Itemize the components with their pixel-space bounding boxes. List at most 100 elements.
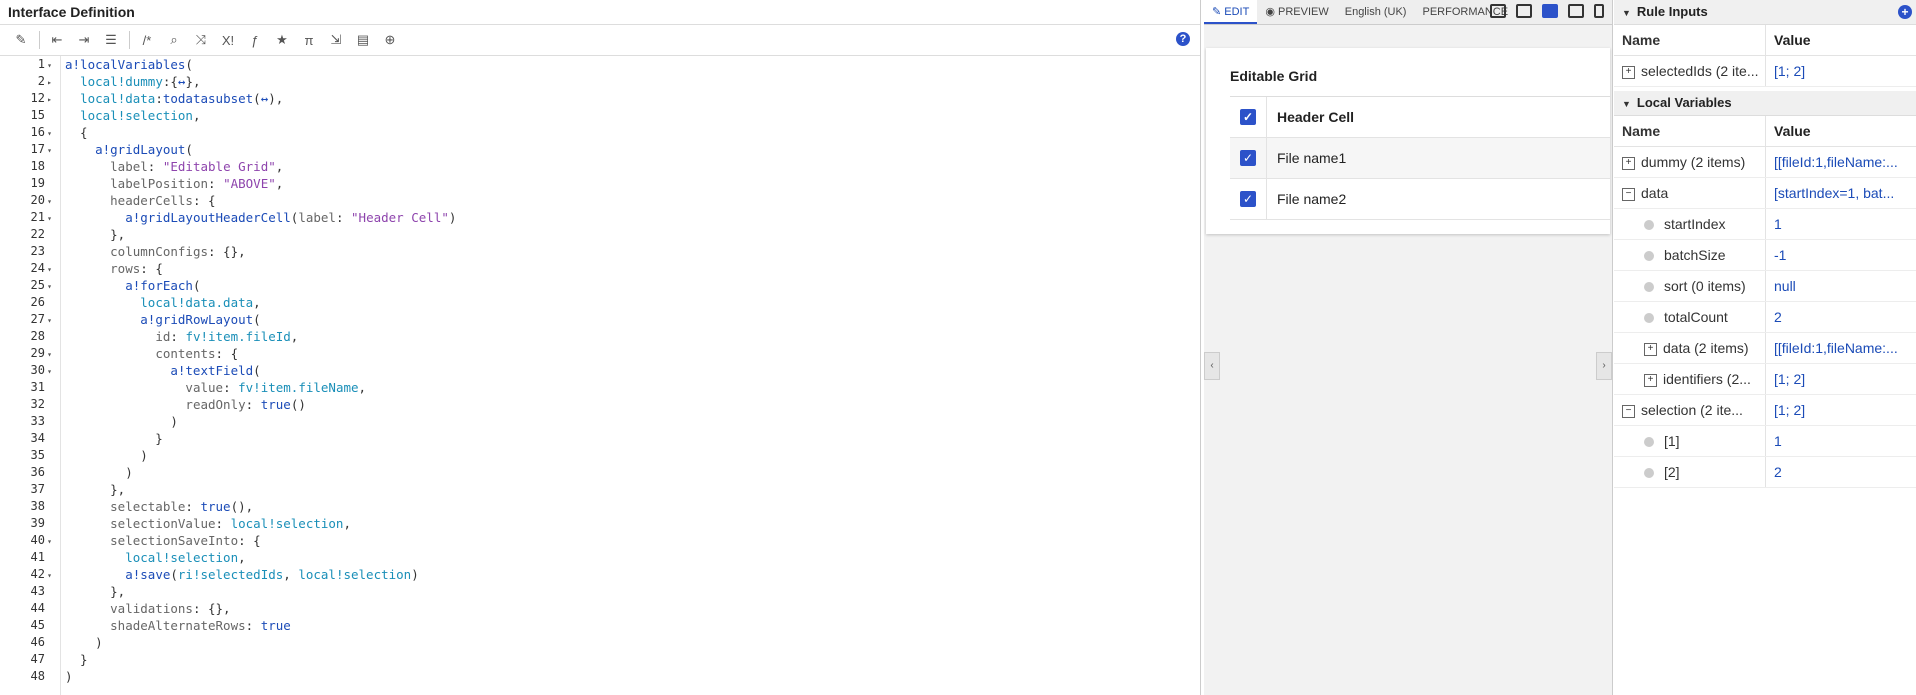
code-line[interactable]: a!save(ri!selectedIds, local!selection)	[65, 566, 1200, 583]
phone-icon[interactable]	[1594, 4, 1604, 18]
rule-input-value[interactable]: [1; 2]	[1766, 56, 1916, 86]
code-editor[interactable]: 1 ▾ 2 ▸ 12 ▸ 15 16 ▾ 17 ▾ 18 19 20 ▾ 21 ▾ 22 23 24 ▾ 25 ▾ 26 27 ▾…	[0, 56, 1200, 695]
code-line[interactable]: },	[65, 226, 1200, 243]
fold-toggle-icon[interactable]: ▾	[45, 261, 54, 278]
rule-inputs-header[interactable]: ▼ Rule Inputs +	[1614, 0, 1916, 25]
fold-toggle-icon[interactable]: ▾	[45, 567, 54, 584]
fold-toggle-icon[interactable]: ▾	[45, 57, 54, 74]
variable-row[interactable]: − selection (2 ite... [1; 2]	[1614, 395, 1916, 426]
shuffle-icon[interactable]: ⤨	[190, 29, 212, 51]
star-icon[interactable]: ★	[271, 29, 293, 51]
variable-value[interactable]: [1; 2]	[1766, 395, 1916, 425]
code-line[interactable]: columnConfigs: {},	[65, 243, 1200, 260]
search-doc-icon[interactable]: ▤	[352, 29, 374, 51]
fold-toggle-icon[interactable]: ▾	[45, 312, 54, 329]
fold-toggle-icon[interactable]: ▾	[45, 210, 54, 227]
variable-value[interactable]: [[fileId:1,fileName:...	[1766, 333, 1916, 363]
variable-row[interactable]: + dummy (2 items) [[fileId:1,fileName:...	[1614, 147, 1916, 178]
outdent-icon[interactable]: ⇤	[46, 29, 68, 51]
code-line[interactable]: labelPosition: "ABOVE",	[65, 175, 1200, 192]
code-line[interactable]: value: fv!item.fileName,	[65, 379, 1200, 396]
code-line[interactable]: )	[65, 668, 1200, 685]
x-exclaim-icon[interactable]: X!	[217, 29, 239, 51]
code-line[interactable]: )	[65, 447, 1200, 464]
pi-icon[interactable]: π	[298, 29, 320, 51]
variable-row[interactable]: − data [startIndex=1, bat...	[1614, 178, 1916, 209]
globe-icon[interactable]: ⊕	[379, 29, 401, 51]
code-line[interactable]: a!gridRowLayout(	[65, 311, 1200, 328]
variable-row[interactable]: sort (0 items) null	[1614, 271, 1916, 302]
variable-row[interactable]: totalCount 2	[1614, 302, 1916, 333]
desktop-monitor-icon[interactable]	[1490, 4, 1506, 18]
code-line[interactable]: validations: {},	[65, 600, 1200, 617]
fold-toggle-icon[interactable]: ▾	[45, 193, 54, 210]
variable-value[interactable]: [startIndex=1, bat...	[1766, 178, 1916, 208]
code-line[interactable]: rows: {	[65, 260, 1200, 277]
variable-value[interactable]: 1	[1766, 209, 1916, 239]
code-line[interactable]: selectionValue: local!selection,	[65, 515, 1200, 532]
code-line[interactable]: contents: {	[65, 345, 1200, 362]
help-icon[interactable]: ?	[1176, 32, 1190, 46]
code-line[interactable]: )	[65, 634, 1200, 651]
variable-value[interactable]: null	[1766, 271, 1916, 301]
variable-value[interactable]: 2	[1766, 457, 1916, 487]
variable-value[interactable]: 2	[1766, 302, 1916, 332]
variable-value[interactable]: -1	[1766, 240, 1916, 270]
code-line[interactable]: a!gridLayout(	[65, 141, 1200, 158]
code-line[interactable]: }	[65, 651, 1200, 668]
row-checkbox-cell[interactable]: ✓	[1230, 179, 1267, 219]
tablet-icon[interactable]	[1568, 4, 1584, 18]
code-line[interactable]: selectionSaveInto: {	[65, 532, 1200, 549]
rule-input-row[interactable]: + selectedIds (2 ite... [1; 2]	[1614, 56, 1916, 87]
fold-toggle-icon[interactable]: ▾	[45, 346, 54, 363]
expand-plus-icon[interactable]: +	[1622, 156, 1635, 170]
code-line[interactable]: local!data:todatasubset(↔),	[65, 90, 1200, 107]
fold-toggle-icon[interactable]: ▾	[45, 278, 54, 295]
expand-plus-icon[interactable]: +	[1644, 342, 1657, 356]
fold-toggle-icon[interactable]: ▸	[45, 74, 54, 91]
tab-edit[interactable]: ✎ EDIT	[1204, 0, 1258, 24]
code-line[interactable]: }	[65, 430, 1200, 447]
variable-row[interactable]: startIndex 1	[1614, 209, 1916, 240]
code-line[interactable]: local!data.data,	[65, 294, 1200, 311]
code-line[interactable]: a!forEach(	[65, 277, 1200, 294]
magic-wand-icon[interactable]: ✎	[10, 29, 32, 51]
export-icon[interactable]: ⇲	[325, 29, 347, 51]
list-icon[interactable]: ☰	[100, 29, 122, 51]
row-checkbox[interactable]: ✓	[1240, 150, 1256, 166]
fold-toggle-icon[interactable]: ▾	[45, 142, 54, 159]
select-all-checkbox-cell[interactable]: ✓	[1230, 97, 1267, 137]
code-line[interactable]: local!dummy:{↔},	[65, 73, 1200, 90]
variable-row[interactable]: [2] 2	[1614, 457, 1916, 488]
expand-plus-icon[interactable]: +	[1622, 65, 1635, 79]
code-line[interactable]: a!localVariables(	[65, 56, 1200, 73]
code-area[interactable]: a!localVariables( local!dummy:{↔}, local…	[61, 56, 1200, 695]
collapse-minus-icon[interactable]: −	[1622, 404, 1635, 418]
code-line[interactable]: a!gridLayoutHeaderCell(label: "Header Ce…	[65, 209, 1200, 226]
comment-icon[interactable]: /*	[136, 29, 158, 51]
code-line[interactable]: label: "Editable Grid",	[65, 158, 1200, 175]
code-line[interactable]: },	[65, 583, 1200, 600]
code-line[interactable]: readOnly: true()	[65, 396, 1200, 413]
variable-value[interactable]: 1	[1766, 426, 1916, 456]
collapse-minus-icon[interactable]: −	[1622, 187, 1635, 201]
code-line[interactable]: a!textField(	[65, 362, 1200, 379]
collapse-left-handle[interactable]: ‹	[1204, 352, 1220, 380]
fold-toggle-icon[interactable]: ▾	[45, 533, 54, 550]
variable-row[interactable]: + identifiers (2... [1; 2]	[1614, 364, 1916, 395]
function-icon[interactable]: ƒ	[244, 29, 266, 51]
variable-value[interactable]: [1; 2]	[1766, 364, 1916, 394]
variable-row[interactable]: batchSize -1	[1614, 240, 1916, 271]
code-line[interactable]: )	[65, 464, 1200, 481]
row-checkbox-cell[interactable]: ✓	[1230, 138, 1267, 178]
variable-value[interactable]: [[fileId:1,fileName:...	[1766, 147, 1916, 177]
code-line[interactable]: headerCells: {	[65, 192, 1200, 209]
code-line[interactable]: id: fv!item.fileId,	[65, 328, 1200, 345]
collapse-right-handle[interactable]: ›	[1596, 352, 1612, 380]
variable-row[interactable]: [1] 1	[1614, 426, 1916, 457]
row-checkbox[interactable]: ✓	[1240, 191, 1256, 207]
tablet-landscape-icon[interactable]	[1542, 4, 1558, 18]
desktop-icon[interactable]	[1516, 4, 1532, 18]
local-variables-header[interactable]: ▼ Local Variables	[1614, 91, 1916, 116]
select-all-checkbox[interactable]: ✓	[1240, 109, 1256, 125]
